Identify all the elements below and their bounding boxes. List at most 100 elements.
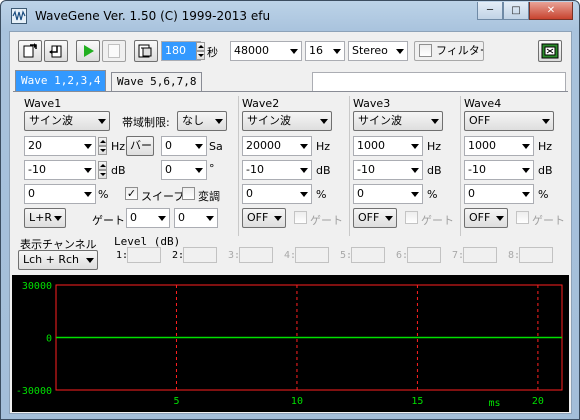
oscilloscope: 30000 0 -30000 5 10 15 20 ms	[12, 275, 569, 412]
duration-input[interactable]: 180	[161, 41, 201, 61]
chevron-down-icon	[431, 119, 439, 124]
wave3-gate-label: ゲート	[421, 214, 454, 227]
channels-select[interactable]: Stereo	[348, 41, 408, 61]
gate-a-value: 0	[130, 211, 137, 224]
y-tick-label: 30000	[22, 281, 52, 292]
wave2-gate-checkbox[interactable]	[294, 211, 307, 224]
play-icon	[84, 45, 94, 57]
wave1-frequency-unit: Hz	[111, 140, 126, 153]
gate-b-input[interactable]: 0	[174, 208, 218, 228]
chevron-down-icon	[158, 216, 166, 221]
window-title: WaveGene Ver. 1.50 (C) 1999-2013 efu	[35, 9, 271, 23]
play-button[interactable]	[76, 40, 100, 62]
wave3-gate-checkbox[interactable]	[405, 211, 418, 224]
wave2-frequency-value: 20000	[246, 139, 281, 152]
chevron-down-icon	[98, 119, 106, 124]
wave1-level-unit: dB	[111, 164, 126, 177]
title-bar[interactable]: WaveGene Ver. 1.50 (C) 1999-2013 efu ─ □…	[1, 1, 579, 31]
wave3-waveform-select[interactable]: サイン波	[353, 111, 443, 131]
wave3-level-input[interactable]: -10	[353, 160, 423, 180]
toolbar: 180 秒 48000 16 Stereo フィルター	[10, 32, 571, 68]
wave3-offset-input[interactable]: 0	[353, 184, 423, 204]
wave1-offset-input[interactable]: 0	[24, 184, 96, 204]
wave4-level-input[interactable]: -10	[464, 160, 534, 180]
client-area: 180 秒 48000 16 Stereo フィルター	[9, 31, 572, 414]
wave1-frequency-input[interactable]: 20	[24, 136, 96, 156]
separator	[460, 96, 461, 236]
bit-depth-select[interactable]: 16	[305, 41, 345, 61]
chevron-down-icon	[522, 168, 530, 173]
export-button[interactable]	[18, 40, 42, 62]
minimize-button[interactable]: ─	[477, 2, 503, 20]
chevron-down-icon	[290, 49, 298, 54]
wave4-level-value: -10	[468, 163, 486, 176]
duration-mode-button[interactable]	[134, 40, 158, 62]
wave4-waveform-select[interactable]: OFF	[464, 111, 554, 131]
wave1-sa-unit: Sa	[209, 140, 223, 153]
display-channel-value: Lch + Rch	[23, 253, 80, 266]
wave3-offset-value: 0	[357, 187, 364, 200]
bar-button[interactable]: バー	[126, 136, 154, 156]
wave4-frequency-input[interactable]: 1000	[464, 136, 534, 156]
wave4-waveform-value: OFF	[469, 114, 491, 127]
tab-wave-5-8[interactable]: Wave 5,6,7,8	[111, 72, 203, 91]
wave3-mode-select[interactable]: OFF	[353, 208, 397, 228]
stop-button[interactable]	[102, 40, 126, 62]
wave4-mode-select[interactable]: OFF	[464, 208, 508, 228]
modulation-checkbox[interactable]	[182, 187, 195, 200]
sample-rate-select[interactable]: 48000	[230, 41, 302, 61]
wave1-frequency-spinner[interactable]	[98, 137, 107, 155]
wave1-channel-select[interactable]: L+R	[24, 208, 66, 228]
gate-label: ゲート:	[92, 214, 129, 227]
gate-a-input[interactable]: 0	[126, 208, 170, 228]
band-limit-select[interactable]: なし	[177, 111, 227, 131]
wave3-level-unit: dB	[427, 164, 442, 177]
filter-toggle[interactable]: フィルター	[414, 41, 484, 61]
wave4-gate-checkbox[interactable]	[516, 211, 529, 224]
close-button[interactable]: ✕	[529, 2, 573, 20]
chevron-down-icon	[274, 216, 282, 221]
settings-button[interactable]	[538, 40, 562, 62]
wave2-mode-select[interactable]: OFF	[242, 208, 286, 228]
chevron-down-icon	[84, 168, 92, 173]
wave3-frequency-unit: Hz	[427, 140, 442, 153]
level-meter-8	[519, 247, 553, 263]
wave2-offset-input[interactable]: 0	[242, 184, 312, 204]
y-tick-label: -30000	[16, 386, 52, 397]
band-limit-label: 帯域制限:	[122, 116, 170, 129]
wave3-waveform-value: サイン波	[358, 114, 402, 127]
tab-wave-1-4[interactable]: Wave 1,2,3,4	[15, 70, 107, 91]
status-field	[312, 72, 566, 92]
wave2-frequency-input[interactable]: 20000	[242, 136, 312, 156]
display-channel-select[interactable]: Lch + Rch	[18, 250, 98, 270]
wave1-level-input[interactable]: -10	[24, 160, 96, 180]
wave2-level-unit: dB	[316, 164, 331, 177]
maximize-button[interactable]: □	[503, 2, 529, 20]
wave2-waveform-select[interactable]: サイン波	[242, 111, 332, 131]
wave1-sa-value: 0	[165, 139, 172, 152]
sweep-label: スイープ	[141, 190, 185, 203]
wave4-gate-label: ゲート	[532, 214, 565, 227]
wave1-sa-input[interactable]: 0	[161, 136, 207, 156]
wave1-level-value: -10	[28, 163, 46, 176]
band-limit-value: なし	[182, 114, 204, 127]
wave1-level-spinner[interactable]	[98, 161, 107, 179]
wave4-offset-input[interactable]: 0	[464, 184, 534, 204]
level-meter-5	[351, 247, 385, 263]
chevron-down-icon	[84, 144, 92, 149]
wave2-mode-value: OFF	[247, 211, 269, 224]
level-meter-7	[463, 247, 497, 263]
duration-spinner[interactable]	[196, 42, 205, 60]
wave3-frequency-input[interactable]: 1000	[353, 136, 423, 156]
chevron-down-icon	[411, 192, 419, 197]
sweep-checkbox[interactable]: ✓	[125, 187, 138, 200]
wave1-waveform-select[interactable]: サイン波	[24, 111, 110, 131]
wave1-phase-value: 0	[165, 163, 172, 176]
wave2-level-input[interactable]: -10	[242, 160, 312, 180]
import-button[interactable]	[44, 40, 68, 62]
wave3-frequency-value: 1000	[357, 139, 385, 152]
x-tick-label: 10	[291, 396, 303, 407]
chevron-down-icon	[300, 192, 308, 197]
wave1-phase-input[interactable]: 0	[161, 160, 207, 180]
filter-checkbox[interactable]	[419, 44, 432, 57]
